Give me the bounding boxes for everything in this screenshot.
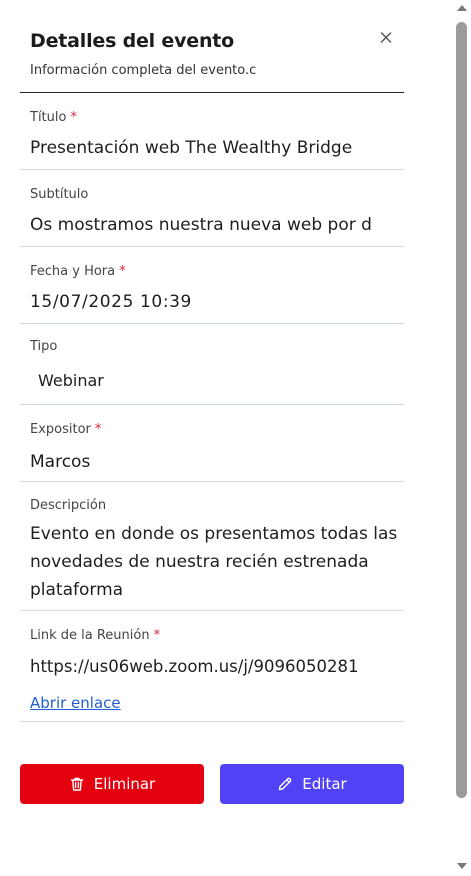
scroll-up-arrow-icon[interactable] [457,5,467,11]
fecha-value: 15/07/2025 10:39 [30,292,192,312]
field-subtitulo: Subtítulo Os mostramos nuestra nueva web… [20,170,404,247]
dialog-subtitle: Información completa del evento.c [30,63,257,78]
scrollbar-thumb[interactable] [456,22,467,798]
required-mark: * [153,628,161,643]
pencil-icon [279,777,292,791]
edit-button[interactable]: Editar [220,764,404,804]
event-details-panel: Detalles del evento Información completa… [0,0,452,876]
trash-icon [70,777,83,791]
field-tipo: Tipo Webinar [20,324,404,405]
field-label: Link de la Reunión * [30,628,161,643]
required-mark: * [119,264,126,279]
field-link: Link de la Reunión * https://us06web.zoom… [20,611,404,722]
scroll-down-arrow-icon[interactable] [457,863,467,869]
delete-label: Eliminar [93,775,156,793]
expositor-value: Marcos [30,452,91,472]
field-fecha: Fecha y Hora * 15/07/2025 10:39 [20,247,404,324]
dialog-title: Detalles del evento [30,30,235,52]
open-link[interactable]: Abrir enlace [30,694,121,712]
field-titulo: Título * Presentación web The Wealthy Bri… [20,93,404,170]
subtitulo-value: Os mostramos nuestra nueva web por d [30,215,372,235]
field-label: Expositor * [30,422,102,437]
titulo-value: Presentación web The Wealthy Bridge [30,138,353,158]
descripcion-value: Evento en donde os presentamos todas las… [30,524,398,600]
edit-label: Editar [302,775,347,793]
field-label: Subtítulo [30,187,89,202]
field-label: Tipo [30,339,58,354]
link-value: https://us06web.zoom.us/j/9096050281 [30,657,359,676]
close-icon[interactable] [377,26,395,48]
field-label: Descripción [30,498,107,513]
delete-button[interactable]: Eliminar [20,764,204,804]
field-label: Fecha y Hora * [30,264,126,279]
required-mark: * [94,422,102,437]
field-descripcion: Descripción Evento en donde os presentam… [20,482,404,611]
required-mark: * [70,110,77,125]
field-label: Título * [30,110,77,125]
tipo-value: Webinar [38,371,104,390]
field-expositor: Expositor * Marcos [20,405,404,482]
